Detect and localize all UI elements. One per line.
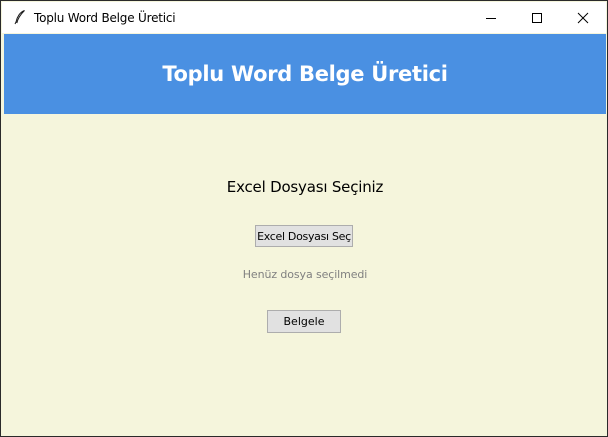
close-button[interactable] [560, 2, 606, 33]
section-title: Excel Dosyası Seçiniz [226, 178, 384, 196]
page-title: Toplu Word Belge Üretici [162, 62, 448, 86]
maximize-icon [532, 12, 542, 23]
file-status-text: Henüz dosya seçilmedi [242, 268, 368, 281]
header-banner: Toplu Word Belge Üretici [4, 34, 606, 114]
minimize-icon [486, 17, 496, 19]
feather-icon [12, 9, 28, 25]
generate-button[interactable]: Belgele [267, 310, 341, 333]
main-content: Excel Dosyası Seçiniz Excel Dosyası Seç … [4, 114, 606, 434]
select-excel-button[interactable]: Excel Dosyası Seç [255, 225, 353, 247]
window-title: Toplu Word Belge Üretici [34, 11, 176, 25]
app-window: Toplu Word Belge Üretici Toplu Word Belg… [0, 0, 608, 437]
title-bar[interactable]: Toplu Word Belge Üretici [2, 2, 606, 33]
minimize-button[interactable] [468, 2, 514, 33]
maximize-button[interactable] [514, 2, 560, 33]
close-icon [577, 12, 589, 23]
